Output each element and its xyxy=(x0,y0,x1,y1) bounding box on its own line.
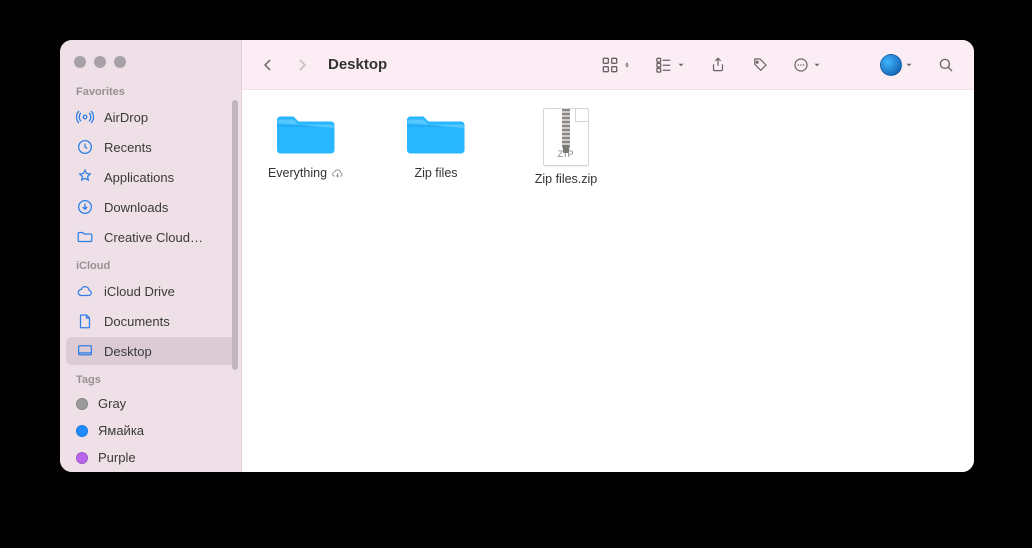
sidebar-tag-purple[interactable]: Purple xyxy=(66,445,235,470)
item-label: Everything xyxy=(268,166,344,180)
tags-button[interactable] xyxy=(746,51,774,79)
file-grid[interactable]: Everything Zip files xyxy=(242,90,974,472)
sidebar-item-label: Downloads xyxy=(104,200,168,215)
sidebar: Favorites AirDrop Recents Applications D… xyxy=(60,40,242,472)
sidebar-item-documents[interactable]: Documents xyxy=(66,307,235,335)
zoom-window-button[interactable] xyxy=(114,56,126,68)
sidebar-item-label: Purple xyxy=(98,450,136,465)
action-menu-button[interactable] xyxy=(788,51,826,79)
account-button[interactable] xyxy=(876,51,918,79)
folder-icon xyxy=(403,108,469,160)
sidebar-item-airdrop[interactable]: AirDrop xyxy=(66,103,235,131)
sidebar-item-label: AirDrop xyxy=(104,110,148,125)
item-label: Zip files xyxy=(414,166,457,180)
sidebar-item-label: Applications xyxy=(104,170,174,185)
view-mode-button[interactable] xyxy=(596,51,636,79)
toolbar-actions xyxy=(596,51,960,79)
tag-color-dot xyxy=(76,425,88,437)
window-controls xyxy=(60,40,241,78)
clock-icon xyxy=(76,138,94,156)
item-label: Zip files.zip xyxy=(535,172,598,186)
avatar-icon xyxy=(880,54,902,76)
sidebar-tag-blue[interactable]: Ямайка xyxy=(66,418,235,443)
main-pane: Desktop xyxy=(242,40,974,472)
sidebar-item-label: Recents xyxy=(104,140,152,155)
sidebar-item-label: Creative Cloud… xyxy=(104,230,203,245)
cloud-icon xyxy=(76,282,94,300)
sidebar-item-applications[interactable]: Applications xyxy=(66,163,235,191)
sidebar-section-title: Tags xyxy=(60,366,241,390)
forward-button[interactable] xyxy=(290,53,314,77)
tag-color-dot xyxy=(76,452,88,464)
sidebar-item-label: iCloud Drive xyxy=(104,284,175,299)
close-window-button[interactable] xyxy=(74,56,86,68)
toolbar: Desktop xyxy=(242,40,974,90)
tag-color-dot xyxy=(76,398,88,410)
sidebar-section-title: Favorites xyxy=(60,78,241,102)
sidebar-item-icloud-drive[interactable]: iCloud Drive xyxy=(66,277,235,305)
folder-item-zip-files[interactable]: Zip files xyxy=(388,108,484,180)
search-button[interactable] xyxy=(932,51,960,79)
sidebar-item-label: Gray xyxy=(98,396,126,411)
zip-file-icon: ZIP xyxy=(543,108,589,166)
folder-item-everything[interactable]: Everything xyxy=(258,108,354,180)
sidebar-scrollbar[interactable] xyxy=(232,100,238,370)
back-button[interactable] xyxy=(256,53,280,77)
sidebar-item-downloads[interactable]: Downloads xyxy=(66,193,235,221)
sidebar-item-label: Ямайка xyxy=(98,423,144,438)
applications-icon xyxy=(76,168,94,186)
sidebar-item-label: Documents xyxy=(104,314,170,329)
minimize-window-button[interactable] xyxy=(94,56,106,68)
file-item-zip-archive[interactable]: ZIP Zip files.zip xyxy=(518,108,614,186)
desktop-icon xyxy=(76,342,94,360)
airdrop-icon xyxy=(76,108,94,126)
sidebar-item-creative-cloud[interactable]: Creative Cloud… xyxy=(66,223,235,251)
finder-window: Favorites AirDrop Recents Applications D… xyxy=(60,40,974,472)
group-by-button[interactable] xyxy=(650,51,690,79)
sidebar-item-label: Desktop xyxy=(104,344,152,359)
cloud-download-icon xyxy=(331,167,344,180)
sidebar-item-desktop[interactable]: Desktop xyxy=(66,337,235,365)
folder-icon xyxy=(76,228,94,246)
sidebar-tag-gray[interactable]: Gray xyxy=(66,391,235,416)
document-icon xyxy=(76,312,94,330)
folder-icon xyxy=(273,108,339,160)
download-icon xyxy=(76,198,94,216)
share-button[interactable] xyxy=(704,51,732,79)
sidebar-item-recents[interactable]: Recents xyxy=(66,133,235,161)
location-title: Desktop xyxy=(328,56,387,73)
sidebar-section-title: iCloud xyxy=(60,252,241,276)
